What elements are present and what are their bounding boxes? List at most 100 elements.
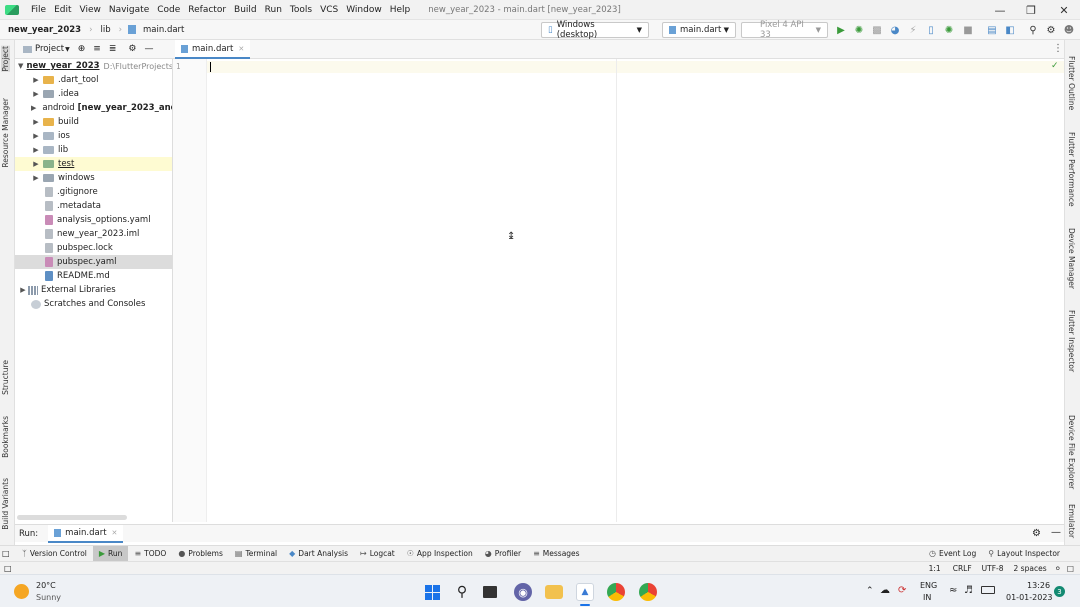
- tool-problems[interactable]: ● Problems: [172, 546, 229, 562]
- search-icon[interactable]: ⚲: [453, 583, 471, 601]
- tool-app-inspection[interactable]: ☉ App Inspection: [401, 546, 479, 562]
- tree-item-idea[interactable]: ▶ .idea: [15, 87, 172, 101]
- chevron-up-icon[interactable]: ⌃: [866, 586, 874, 596]
- profile-icon[interactable]: ◕: [888, 23, 902, 37]
- chevron-right-icon[interactable]: ▶: [31, 104, 36, 112]
- wifi-icon[interactable]: ≈: [949, 585, 957, 596]
- tool-messages[interactable]: ≡ Messages: [527, 546, 585, 562]
- emulator-tab[interactable]: Emulator: [1067, 504, 1076, 538]
- menu-tools[interactable]: Tools: [286, 5, 316, 15]
- chevron-right-icon[interactable]: ▶: [31, 160, 41, 168]
- structure-tab[interactable]: Structure: [1, 360, 10, 395]
- menu-help[interactable]: Help: [386, 5, 415, 15]
- tool-logcat[interactable]: ↦ Logcat: [354, 546, 401, 562]
- menu-window[interactable]: Window: [342, 5, 386, 15]
- tree-item-scratches[interactable]: Scratches and Consoles: [15, 297, 172, 311]
- menu-edit[interactable]: Edit: [50, 5, 75, 15]
- hide-panel-icon[interactable]: —: [144, 44, 153, 54]
- tool-terminal[interactable]: ▤ Terminal: [229, 546, 283, 562]
- weather-sun-icon[interactable]: [14, 584, 29, 599]
- indent-setting[interactable]: 2 spaces: [1014, 564, 1047, 573]
- notification-badge[interactable]: 3: [1054, 586, 1065, 597]
- menu-navigate[interactable]: Navigate: [105, 5, 153, 15]
- debug-icon[interactable]: ✺: [852, 23, 866, 37]
- project-view-selector[interactable]: Project: [35, 44, 64, 54]
- clock-time[interactable]: 13:26: [1027, 581, 1050, 590]
- more-options-icon[interactable]: ⋮: [1053, 43, 1063, 54]
- menu-build[interactable]: Build: [230, 5, 261, 15]
- flutter-performance-tab[interactable]: Flutter Performance: [1067, 132, 1076, 207]
- tool-todo[interactable]: ≡ TODO: [128, 546, 172, 562]
- build-variants-tab[interactable]: Build Variants: [1, 478, 10, 530]
- locate-icon[interactable]: ⊕: [78, 44, 86, 54]
- tree-item-metadata[interactable]: .metadata: [15, 199, 172, 213]
- menu-code[interactable]: Code: [153, 5, 184, 15]
- menu-vcs[interactable]: VCS: [316, 5, 342, 15]
- breadcrumb-file[interactable]: main.dart: [139, 25, 188, 35]
- coverage-icon[interactable]: ▩: [870, 23, 884, 37]
- tree-item-pubspec-yaml[interactable]: pubspec.yaml: [15, 255, 172, 269]
- tree-item-pubspec-lock[interactable]: pubspec.lock: [15, 241, 172, 255]
- tree-item-iml[interactable]: new_year_2023.iml: [15, 227, 172, 241]
- run-settings-icon[interactable]: ⚙: [1032, 528, 1041, 539]
- tree-root[interactable]: ▼ new_year_2023 D:\FlutterProjects: [15, 59, 172, 73]
- close-tab-icon[interactable]: ✕: [238, 45, 244, 53]
- tree-item-ios[interactable]: ▶ ios: [15, 129, 172, 143]
- tool-version-control[interactable]: ᛉ Version Control: [16, 546, 93, 562]
- phone-icon[interactable]: ▯: [924, 23, 938, 37]
- tree-item-analysis-options[interactable]: analysis_options.yaml: [15, 213, 172, 227]
- tree-item-dart-tool[interactable]: ▶ .dart_tool: [15, 73, 172, 87]
- tree-item-build[interactable]: ▶ build: [15, 115, 172, 129]
- panel-toggle-icon[interactable]: □: [4, 564, 12, 573]
- breadcrumb-lib[interactable]: lib: [96, 25, 114, 35]
- chevron-right-icon[interactable]: ▶: [31, 76, 41, 84]
- bookmarks-tab[interactable]: Bookmarks: [1, 416, 10, 458]
- flutter-outline-tab[interactable]: Flutter Outline: [1067, 56, 1076, 110]
- sync-icon[interactable]: ⟳: [898, 585, 906, 596]
- teams-chat-icon[interactable]: ◉: [514, 583, 532, 601]
- tool-run[interactable]: ▶ Run: [92, 545, 129, 562]
- tree-item-external-libraries[interactable]: ▶ External Libraries: [15, 283, 172, 297]
- tab-main-dart[interactable]: main.dart ✕: [175, 40, 251, 59]
- volume-icon[interactable]: ♬: [964, 585, 973, 596]
- emulator-selector[interactable]: Pixel 4 API 33 ▼: [741, 20, 828, 40]
- file-explorer-icon[interactable]: [545, 585, 563, 599]
- search-icon[interactable]: ⚲: [1026, 23, 1040, 37]
- project-tool-tab[interactable]: Project: [1, 46, 10, 72]
- chevron-right-icon[interactable]: ▶: [31, 174, 41, 182]
- code-editor[interactable]: ↨ ✓: [207, 59, 1064, 522]
- menu-file[interactable]: File: [27, 5, 50, 15]
- panel-settings-icon[interactable]: ⚙: [128, 44, 136, 54]
- chevron-down-icon[interactable]: ▼: [18, 62, 23, 70]
- chevron-right-icon[interactable]: ▶: [18, 286, 28, 294]
- tree-item-test[interactable]: ▶ test: [15, 157, 172, 171]
- close-button[interactable]: ✕: [1048, 0, 1080, 20]
- chrome-icon[interactable]: [607, 583, 625, 601]
- close-tab-icon[interactable]: ✕: [112, 529, 118, 537]
- attach-debugger-icon[interactable]: ✺: [942, 23, 956, 37]
- menu-view[interactable]: View: [76, 5, 105, 15]
- flutter-inspector-tab[interactable]: Flutter Inspector: [1067, 310, 1076, 372]
- tree-item-lib[interactable]: ▶ lib: [15, 143, 172, 157]
- breadcrumb-project[interactable]: new_year_2023: [0, 25, 85, 35]
- battery-icon[interactable]: [981, 586, 995, 594]
- tool-layout-inspector[interactable]: ⚲ Layout Inspector: [982, 546, 1066, 562]
- chevron-right-icon[interactable]: ▶: [31, 146, 41, 154]
- line-separator[interactable]: CRLF: [953, 564, 972, 573]
- android-studio-taskbar-icon[interactable]: ▲: [576, 583, 594, 601]
- tree-item-android[interactable]: ▶ android [new_year_2023_and: [15, 101, 172, 115]
- chrome-profile-icon[interactable]: [639, 583, 657, 601]
- run-config-tab[interactable]: main.dart ✕: [48, 524, 124, 543]
- tool-profiler[interactable]: ◕ Profiler: [479, 546, 527, 562]
- windows-start-icon[interactable]: [423, 583, 441, 601]
- device-selector[interactable]: ▯ Windows (desktop) ▼: [541, 20, 649, 40]
- settings-gear-icon[interactable]: ⚙: [1044, 23, 1058, 37]
- collapse-all-icon[interactable]: ≣: [109, 44, 117, 54]
- device-file-explorer-tab[interactable]: Device File Explorer: [1067, 415, 1076, 489]
- tree-item-readme[interactable]: README.md: [15, 269, 172, 283]
- hide-run-icon[interactable]: —: [1051, 527, 1061, 538]
- task-view-icon[interactable]: [483, 586, 497, 598]
- hot-reload-icon[interactable]: ⚡: [906, 23, 920, 37]
- stop-icon[interactable]: ■: [961, 23, 975, 37]
- device-manager-tab[interactable]: Device Manager: [1067, 228, 1076, 289]
